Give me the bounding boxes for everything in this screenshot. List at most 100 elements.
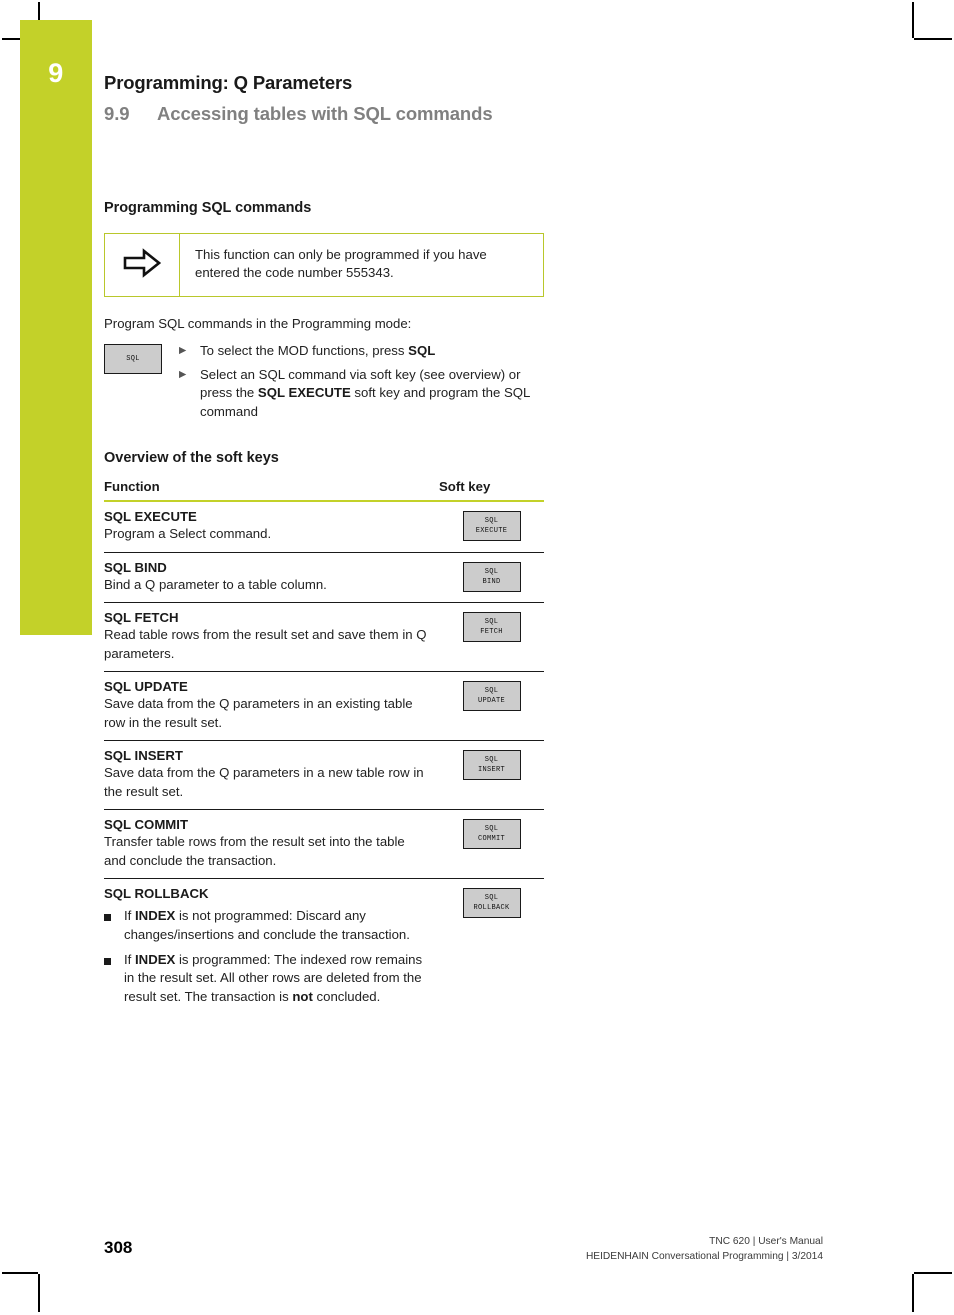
crop-mark-bottom-left-vertical — [38, 1274, 40, 1312]
bullet-suffix-2: concluded. — [312, 988, 381, 1004]
column-header-function: Function — [104, 479, 160, 495]
rollback-bullet-list: If INDEX is not programmed: Discard any … — [104, 907, 429, 1006]
softkey-sql-commit[interactable]: SQL COMMIT — [462, 819, 521, 850]
row-function: SQL COMMIT Transfer table rows from the … — [104, 817, 439, 870]
softkey-sql[interactable]: SQL — [104, 344, 162, 374]
chapter-tab — [20, 20, 92, 635]
softkey-table: Function Soft key SQL EXECUTE Program a … — [104, 479, 544, 1014]
row-description: Bind a Q parameter to a table column. — [104, 576, 327, 592]
programming-steps-row: SQL ▶ To select the MOD functions, press… — [104, 342, 544, 426]
softkey-sql-bind[interactable]: SQL BIND — [462, 561, 521, 592]
crop-mark-bottom-right-horizontal — [914, 1272, 952, 1274]
bullet-text: If INDEX is not programmed: Discard any … — [124, 907, 429, 944]
softkey-line2: BIND — [482, 577, 501, 586]
row-function: SQL BIND Bind a Q parameter to a table c… — [104, 560, 439, 594]
crop-mark-bottom-left-horizontal — [2, 1272, 38, 1274]
triangle-bullet-icon: ▶ — [179, 368, 187, 380]
softkey-line2: UPDATE — [477, 697, 505, 706]
softkey-line1: SQL — [484, 825, 499, 834]
chapter-number: 9 — [48, 58, 64, 88]
section-title: Accessing tables with SQL commands — [157, 103, 493, 124]
table-row: SQL BIND Bind a Q parameter to a table c… — [104, 553, 544, 604]
note-icon-cell — [105, 234, 180, 296]
softkey-line2: INSERT — [477, 766, 505, 775]
row-function: SQL FETCH Read table rows from the resul… — [104, 610, 439, 663]
softkey-line2: EXECUTE — [475, 527, 508, 536]
crop-mark-top-right-vertical — [912, 2, 914, 38]
list-item: ▶ Select an SQL command via soft key (se… — [179, 366, 544, 422]
step-text-bold: SQL EXECUTE — [257, 385, 351, 401]
softkey-table-heading: Overview of the soft keys — [104, 450, 279, 467]
row-softkey-cell: SQL FETCH — [439, 610, 544, 643]
row-name: SQL ROLLBACK — [104, 886, 209, 902]
row-description: Read table rows from the result set and … — [104, 627, 427, 661]
arrow-right-icon — [123, 247, 162, 283]
row-description: Save data from the Q parameters in a new… — [104, 765, 424, 799]
column-header-softkey: Soft key — [439, 479, 491, 495]
softkey-line1: SQL — [484, 618, 499, 627]
row-name: SQL COMMIT — [104, 817, 189, 833]
page-title: Programming: Q Parameters — [104, 72, 353, 93]
row-name: SQL UPDATE — [104, 679, 188, 695]
page-number: 308 — [104, 1238, 133, 1257]
softkey-sql-execute[interactable]: SQL EXECUTE — [462, 511, 521, 542]
table-row: SQL COMMIT Transfer table rows from the … — [104, 810, 544, 880]
row-name: SQL FETCH — [104, 610, 179, 626]
square-bullet-icon — [104, 907, 124, 922]
note-box: This function can only be programmed if … — [104, 233, 544, 297]
footer-line-1: TNC 620 | User's Manual — [709, 1236, 823, 1247]
bullet-text: If INDEX is programmed: The indexed row … — [124, 951, 429, 1007]
programming-heading: Programming SQL commands — [104, 200, 312, 216]
programming-intro: Program SQL commands in the Programming … — [104, 316, 412, 331]
row-softkey-cell: SQL COMMIT — [439, 817, 544, 850]
softkey-line1: SQL — [484, 687, 499, 696]
bullet-prefix: If — [124, 951, 135, 967]
triangle-bullet-icon: ▶ — [179, 345, 187, 356]
softkey-sql-update[interactable]: SQL UPDATE — [462, 681, 521, 712]
row-function: SQL UPDATE Save data from the Q paramete… — [104, 679, 439, 732]
softkey-line2: COMMIT — [477, 835, 505, 844]
row-description: Transfer table rows from the result set … — [104, 834, 405, 868]
bullet-prefix: If — [124, 908, 135, 924]
softkey-sql-fetch[interactable]: SQL FETCH — [462, 612, 521, 643]
footer-line-2: HEIDENHAIN Conversational Programming | … — [585, 1251, 823, 1263]
row-function: SQL ROLLBACK If INDEX is not programmed:… — [104, 886, 439, 1006]
bullet-bold: INDEX — [135, 908, 176, 924]
page-content: Programming SQL commands This function c… — [104, 200, 544, 1014]
softkey-line1: SQL — [484, 517, 499, 526]
row-softkey-cell: SQL INSERT — [439, 748, 544, 781]
softkey-sql-rollback[interactable]: SQL ROLLBACK — [462, 888, 521, 919]
softkey-line2: ROLLBACK — [473, 904, 510, 913]
section-number: 9.9 — [104, 103, 130, 124]
list-item: If INDEX is not programmed: Discard any … — [104, 907, 429, 944]
table-row: SQL EXECUTE Program a Select command. SQ… — [104, 502, 544, 553]
crop-mark-bottom-right-vertical — [912, 1274, 914, 1312]
row-description: Save data from the Q parameters in an ex… — [104, 696, 413, 730]
step-text: Select an SQL command via soft key (see … — [200, 366, 544, 422]
row-function: SQL EXECUTE Program a Select command. — [104, 509, 439, 543]
crop-mark-top-right-horizontal — [914, 38, 952, 40]
list-item: ▶ To select the MOD functions, press SQL — [179, 342, 544, 361]
step-text-bold: SQL — [408, 343, 436, 358]
programming-steps-list: ▶ To select the MOD functions, press SQL… — [179, 342, 544, 426]
row-function: SQL INSERT Save data from the Q paramete… — [104, 748, 439, 801]
softkey-sql-insert[interactable]: SQL INSERT — [462, 750, 521, 781]
row-name: SQL INSERT — [104, 748, 183, 764]
step-text-before: To select the MOD functions, press — [200, 343, 409, 358]
table-row: SQL INSERT Save data from the Q paramete… — [104, 741, 544, 811]
row-name: SQL EXECUTE — [104, 509, 197, 525]
table-row: SQL ROLLBACK If INDEX is not programmed:… — [104, 879, 544, 1014]
footer: TNC 620 | User's Manual HEIDENHAIN Conve… — [586, 1234, 823, 1265]
row-softkey-cell: SQL ROLLBACK — [439, 886, 544, 919]
softkey-line1: SQL — [484, 894, 499, 903]
sql-key-cell: SQL — [104, 342, 179, 374]
row-softkey-cell: SQL UPDATE — [439, 679, 544, 712]
row-softkey-cell: SQL EXECUTE — [439, 509, 544, 542]
softkey-sql-line1: SQL — [126, 354, 140, 363]
step-text: To select the MOD functions, press SQL — [200, 342, 435, 361]
list-item: If INDEX is programmed: The indexed row … — [104, 951, 429, 1007]
square-bullet-icon — [104, 951, 124, 965]
table-header-row: Function Soft key — [104, 479, 544, 503]
table-row: SQL FETCH Read table rows from the resul… — [104, 603, 544, 673]
softkey-line1: SQL — [484, 567, 499, 576]
